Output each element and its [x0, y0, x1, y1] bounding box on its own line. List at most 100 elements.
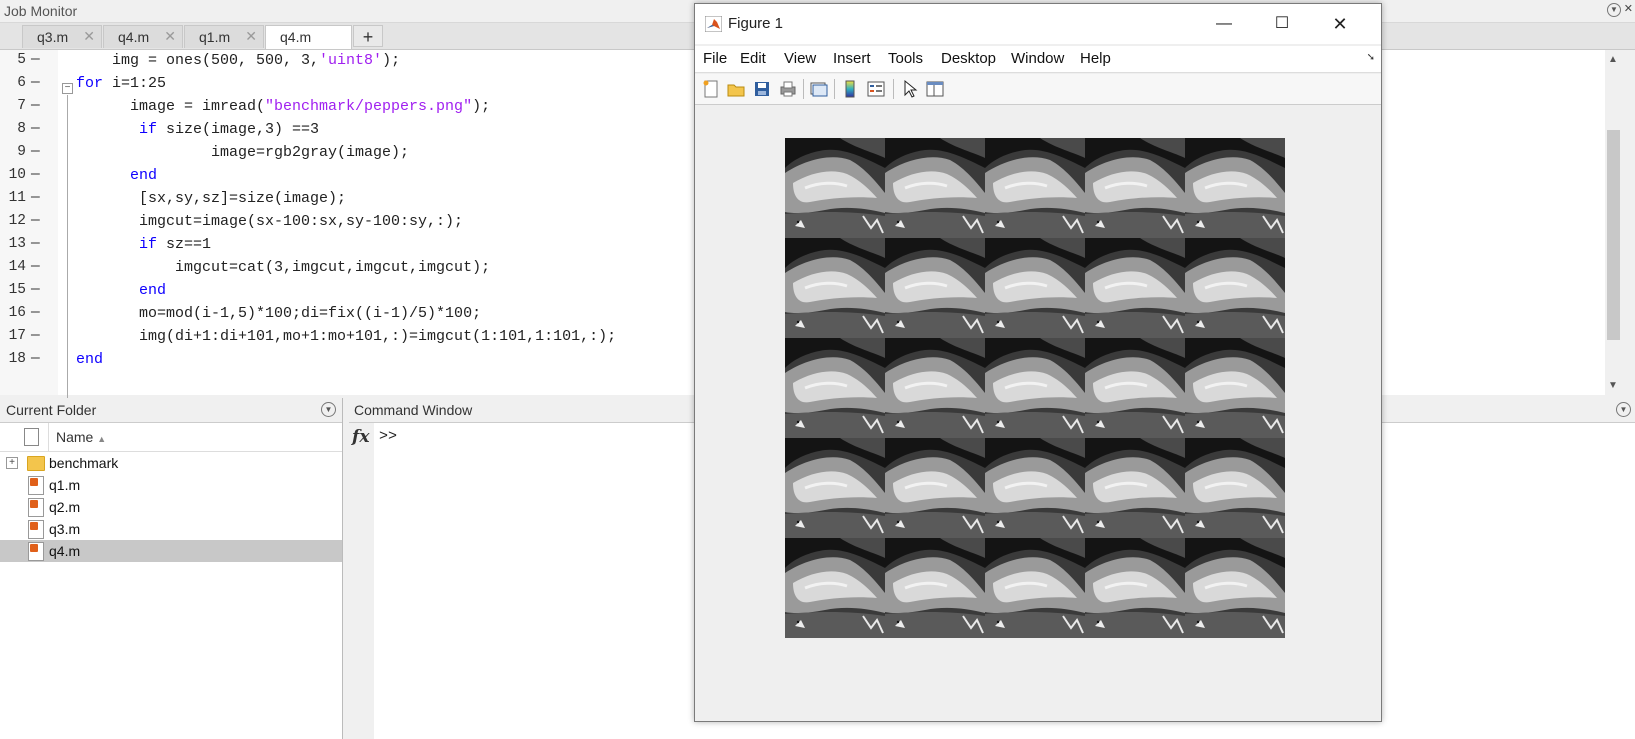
pepper-crop-image: [885, 538, 985, 638]
tab-q4[interactable]: q4.m ✕: [103, 25, 183, 48]
image-tile: [1085, 538, 1185, 638]
breakpoint-marker[interactable]: —: [31, 282, 40, 298]
panel-menu-icon[interactable]: ▼: [1607, 3, 1621, 17]
file-type-icon: [24, 428, 39, 446]
tab-q1[interactable]: q1.m ✕: [184, 25, 264, 48]
new-tab-button[interactable]: +: [353, 25, 383, 47]
code-token: sz==1: [166, 236, 212, 253]
function-browser-bar: fx: [349, 423, 374, 739]
breakpoint-marker[interactable]: —: [31, 259, 40, 275]
pepper-crop-image: [885, 338, 985, 438]
breakpoint-marker[interactable]: —: [31, 190, 40, 206]
breakpoint-marker[interactable]: —: [31, 144, 40, 160]
line-number: 7: [17, 98, 26, 114]
code-line[interactable]: end: [76, 351, 103, 368]
code-line[interactable]: if sz==1: [76, 236, 211, 253]
menu-tools[interactable]: Tools: [888, 50, 923, 67]
pepper-crop-image: [1185, 338, 1285, 438]
list-item-q2[interactable]: q2.m: [0, 496, 342, 518]
image-tile: [985, 538, 1085, 638]
name-column-header[interactable]: Name ▲: [56, 429, 106, 445]
pepper-crop-image: [1085, 438, 1185, 538]
menu-edit[interactable]: Edit: [740, 50, 766, 67]
code-token: img = ones(500, 500, 3,: [76, 52, 320, 69]
code-line[interactable]: if size(image,3) ==3: [76, 121, 319, 138]
breakpoint-marker[interactable]: —: [31, 213, 40, 229]
close-button[interactable]: ✕: [1311, 4, 1369, 44]
line-number: 13: [8, 236, 26, 252]
colorbar-icon[interactable]: [840, 79, 860, 99]
code-line[interactable]: end: [76, 167, 157, 184]
figure-canvas[interactable]: [695, 105, 1381, 721]
function-browser-icon[interactable]: fx: [352, 427, 369, 447]
code-line[interactable]: image=rgb2gray(image);: [76, 144, 409, 161]
menu-insert[interactable]: Insert: [833, 50, 871, 67]
code-line[interactable]: for i=1:25: [76, 75, 166, 92]
breakpoint-marker[interactable]: —: [31, 305, 40, 321]
list-item-benchmark[interactable]: + benchmark: [0, 452, 342, 474]
save-icon[interactable]: [752, 79, 772, 99]
code-line[interactable]: imgcut=image(sx-100:sx,sy-100:sy,:);: [76, 213, 463, 230]
code-line[interactable]: [sx,sy,sz]=size(image);: [76, 190, 346, 207]
pepper-crop-image: [1185, 238, 1285, 338]
scrollbar-thumb[interactable]: [1607, 130, 1620, 340]
breakpoint-marker[interactable]: —: [31, 52, 40, 68]
name-column-label: Name: [56, 429, 94, 445]
menu-desktop[interactable]: Desktop: [941, 50, 996, 67]
current-folder-title: Current Folder: [6, 402, 97, 418]
breakpoint-marker[interactable]: —: [31, 75, 40, 91]
code-line[interactable]: image = imread("benchmark/peppers.png");: [76, 98, 490, 115]
fold-toggle-icon[interactable]: −: [62, 83, 73, 94]
panel-menu-icon[interactable]: ▼: [321, 402, 336, 417]
figure-title-bar: Figure 1 — ☐ ✕: [695, 4, 1381, 44]
editor-scrollbar[interactable]: ▲ ▼: [1605, 50, 1622, 395]
breakpoint-marker[interactable]: —: [31, 351, 40, 367]
menu-file[interactable]: File: [703, 50, 727, 67]
open-file-icon[interactable]: [726, 79, 746, 99]
list-item-q1[interactable]: q1.m: [0, 474, 342, 496]
tab-q3[interactable]: q3.m ✕: [22, 25, 102, 48]
code-line[interactable]: img(di+1:di+101,mo+1:mo+101,:)=imgcut(1:…: [76, 328, 616, 345]
menu-window[interactable]: Window: [1011, 50, 1064, 67]
close-tab-icon[interactable]: ✕: [83, 28, 95, 45]
breakpoint-marker[interactable]: —: [31, 328, 40, 344]
breakpoint-marker[interactable]: —: [31, 167, 40, 183]
maximize-button[interactable]: ☐: [1253, 4, 1311, 44]
legend-icon[interactable]: [866, 79, 886, 99]
expand-icon[interactable]: +: [6, 457, 18, 469]
image-tile: [885, 538, 985, 638]
menu-view[interactable]: View: [784, 50, 816, 67]
image-tile: [885, 238, 985, 338]
code-line[interactable]: end: [76, 282, 166, 299]
scroll-down-icon[interactable]: ▼: [1608, 380, 1618, 391]
close-icon[interactable]: ✕: [1624, 2, 1633, 15]
tab-q4-active[interactable]: q4.m: [265, 25, 352, 49]
m-file-icon: [28, 520, 44, 539]
list-item-q4[interactable]: q4.m: [0, 540, 342, 562]
pointer-icon[interactable]: [900, 79, 920, 99]
image-tile: [1085, 338, 1185, 438]
menu-help[interactable]: Help: [1080, 50, 1111, 67]
figure-menu-bar: File Edit View Insert Tools Desktop Wind…: [695, 46, 1381, 73]
breakpoint-marker[interactable]: —: [31, 121, 40, 137]
close-tab-icon[interactable]: ✕: [164, 28, 176, 45]
new-figure-icon[interactable]: [701, 79, 721, 99]
list-item-q3[interactable]: q3.m: [0, 518, 342, 540]
code-token: if: [76, 121, 167, 138]
code-line[interactable]: mo=mod(i-1,5)*100;di=fix((i-1)/5)*100;: [76, 305, 481, 322]
scroll-up-icon[interactable]: ▲: [1608, 54, 1618, 65]
breakpoint-marker[interactable]: —: [31, 236, 40, 252]
link-plot-icon[interactable]: [809, 79, 829, 99]
command-window-title: Command Window: [354, 402, 473, 418]
property-editor-icon[interactable]: [925, 79, 945, 99]
close-tab-icon[interactable]: ✕: [245, 28, 257, 45]
breakpoint-marker[interactable]: —: [31, 98, 40, 114]
command-prompt[interactable]: >>: [379, 428, 397, 445]
dock-arrow-icon[interactable]: ➘: [1367, 52, 1375, 63]
minimize-button[interactable]: —: [1195, 4, 1253, 44]
pepper-crop-image: [985, 238, 1085, 338]
code-line[interactable]: imgcut=cat(3,imgcut,imgcut,imgcut);: [76, 259, 490, 276]
print-icon[interactable]: [778, 79, 798, 99]
code-line[interactable]: img = ones(500, 500, 3,'uint8');: [76, 52, 400, 69]
panel-menu-icon[interactable]: ▼: [1616, 402, 1631, 417]
